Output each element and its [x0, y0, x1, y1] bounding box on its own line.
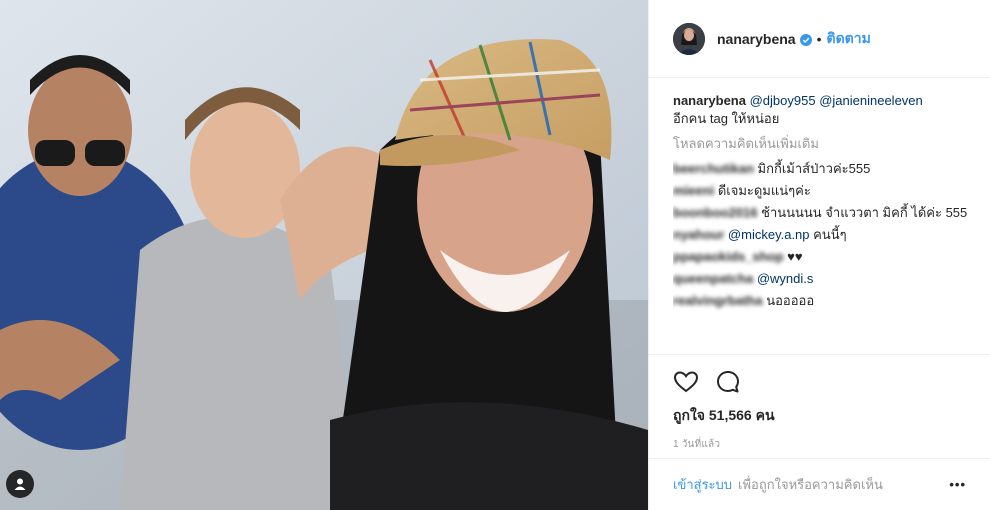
- login-link[interactable]: เข้าสู่ระบบ: [673, 474, 732, 495]
- comment-text: มิกกี้เม้าส์ป่าวค่ะ555: [757, 161, 871, 176]
- likes-count[interactable]: ถูกใจ 51,566 คน: [673, 405, 966, 427]
- comment-text: ♥♥: [787, 249, 803, 264]
- comment-item: realvingrbatha นอออออ: [673, 292, 974, 310]
- comment-username[interactable]: queenpatcha: [673, 271, 753, 286]
- caption-text: อีกคน tag ให้หน่อย: [673, 111, 780, 126]
- caption-username[interactable]: nanarybena: [673, 93, 746, 108]
- comment-item: ppapaokids_shop ♥♥: [673, 248, 974, 266]
- comment-username[interactable]: boonboo2016: [673, 205, 758, 220]
- comment-item: nyahour @mickey.a.np คนนี้ๆ: [673, 226, 974, 244]
- post-actions: ถูกใจ 51,566 คน 1 วันที่แล้ว: [649, 354, 990, 452]
- header-separator: •: [816, 30, 822, 47]
- caption-mention[interactable]: @janienineeleven: [819, 93, 923, 108]
- login-prompt-text: เพื่อถูกใจหรือความคิดเห็น: [738, 477, 883, 492]
- comment-username[interactable]: mieeni: [673, 183, 714, 198]
- load-more-comments-link[interactable]: โหลดความคิดเห็นเพิ่มเติม: [673, 135, 974, 153]
- comment-username[interactable]: realvingrbatha: [673, 293, 763, 308]
- comment-item: boonboo2016 ช้านนนนน จำแววตา มิคกี้ ได้ค…: [673, 204, 974, 222]
- avatar-image: [673, 22, 705, 55]
- avatar[interactable]: [673, 22, 705, 55]
- user-tag-icon[interactable]: [6, 470, 34, 498]
- comment-username[interactable]: ppapaokids_shop: [673, 249, 784, 264]
- comment-item: mieeni ดีเจมะดูมแน่ๆค่ะ: [673, 182, 974, 200]
- comment-text: นอออออ: [766, 293, 815, 308]
- comment-mention[interactable]: @mickey.a.np: [728, 227, 810, 242]
- comment-username[interactable]: nyahour: [673, 227, 724, 242]
- person-icon: [14, 478, 26, 490]
- login-bar: เข้าสู่ระบบ เพื่อถูกใจหรือความคิดเห็น ••…: [649, 458, 990, 510]
- post-photo[interactable]: [0, 0, 648, 510]
- comment-text: ดีเจมะดูมแน่ๆค่ะ: [717, 183, 811, 198]
- verified-badge-icon: [799, 33, 812, 46]
- comment-mention[interactable]: @wyndi.s: [757, 271, 814, 286]
- comment-item: queenpatcha @wyndi.s: [673, 270, 974, 288]
- caption: nanarybena @djboy955 @janienineeleven อี…: [673, 92, 974, 128]
- checkmark-icon: [802, 37, 809, 43]
- comment-username[interactable]: beerchutikan: [673, 161, 754, 176]
- comments-list[interactable]: nanarybena @djboy955 @janienineeleven อี…: [673, 92, 974, 354]
- heart-icon[interactable]: [673, 369, 699, 395]
- comment-item: beerchutikan มิกกี้เม้าส์ป่าวค่ะ555: [673, 160, 974, 178]
- more-options-icon[interactable]: •••: [949, 477, 966, 492]
- header-username[interactable]: nanarybena: [717, 31, 796, 47]
- follow-button[interactable]: ติดตาม: [827, 28, 871, 50]
- comment-text: ช้านนนนน จำแววตา มิคกี้ ได้ค่ะ 555: [761, 205, 968, 220]
- caption-mention[interactable]: @djboy955: [750, 93, 816, 108]
- post-details-panel: nanarybena • ติดตาม nanarybena @djboy955…: [648, 0, 990, 510]
- post-timestamp[interactable]: 1 วันที่แล้ว: [673, 437, 966, 452]
- comment-text: คนนี้ๆ: [813, 227, 847, 242]
- comment-icon[interactable]: [715, 369, 741, 395]
- post-header: nanarybena • ติดตาม: [649, 0, 990, 78]
- selfie-image: [0, 0, 648, 510]
